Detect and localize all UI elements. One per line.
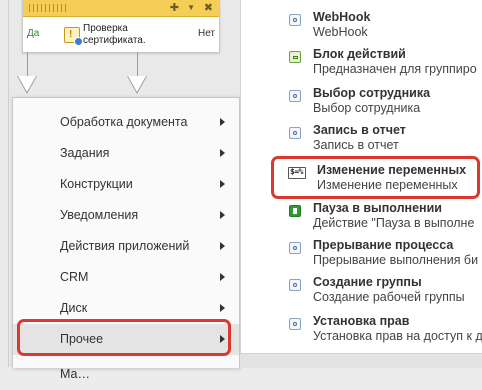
activity-icon	[289, 318, 301, 330]
no-connector-line	[137, 52, 138, 76]
submenu-arrow-icon	[220, 118, 225, 126]
menu-item-document-processing[interactable]: Обработка документа	[13, 107, 239, 138]
submenu-arrow-icon	[220, 304, 225, 312]
activity-icon	[289, 279, 301, 291]
certificate-check-icon: !	[64, 27, 83, 46]
variable-icon: $=%	[288, 167, 306, 179]
submenu-arrow-icon	[220, 335, 225, 343]
pause-icon	[289, 205, 301, 217]
action-write-report[interactable]: Запись в отчет Запись в отчет	[241, 123, 482, 162]
action-webhook[interactable]: WebHook WebHook	[241, 10, 482, 49]
folder-icon	[289, 51, 301, 63]
activity-icon	[289, 90, 301, 102]
canvas-guide-line	[8, 0, 9, 367]
menu-item-label: Обработка документа	[60, 115, 188, 129]
action-description: Прерывание выполнения би	[313, 253, 479, 267]
panel-bottom-bar	[240, 353, 482, 368]
activity-icon	[289, 242, 301, 254]
action-description: Выбор сотрудника	[313, 101, 421, 115]
node-header[interactable]: ✚ ▼ ✖	[23, 0, 219, 17]
drag-grip-icon[interactable]	[29, 4, 69, 12]
action-title: Установка прав	[313, 314, 410, 328]
submenu-arrow-icon	[220, 273, 225, 281]
condition-node[interactable]: ✚ ▼ ✖ Да ! Проверка сертификата. Нет	[22, 0, 220, 53]
action-terminate-process[interactable]: Прерывание процесса Прерывание выполнени…	[241, 238, 482, 277]
action-description: WebHook	[313, 25, 368, 39]
action-set-permissions[interactable]: Установка прав Установка прав на доступ …	[241, 314, 482, 353]
close-node-icon[interactable]: ✖	[204, 0, 213, 16]
action-change-variables[interactable]: $=% Изменение переменных Изменение перем…	[241, 163, 482, 202]
action-description: Предназначен для группиро	[313, 62, 477, 76]
activity-icon	[289, 14, 301, 26]
menu-item-label: Задания	[60, 146, 110, 160]
node-title: Проверка сертификата.	[83, 23, 146, 46]
submenu-arrow-icon	[220, 242, 225, 250]
action-description: Установка прав на доступ к д	[313, 329, 482, 343]
menu-item-partial[interactable]: Ма…	[13, 359, 239, 390]
yes-connector-line	[27, 52, 28, 76]
action-title: Пауза в выполнении	[313, 201, 442, 215]
activities-panel: WebHook WebHook Блок действий Предназнач…	[240, 0, 482, 353]
menu-item-label: Уведомления	[60, 208, 139, 222]
menu-item-constructions[interactable]: Конструкции	[13, 169, 239, 200]
menu-item-tasks[interactable]: Задания	[13, 138, 239, 169]
action-description: Запись в отчет	[313, 138, 399, 152]
submenu-arrow-icon	[220, 149, 225, 157]
yes-branch-label: Да	[27, 28, 40, 39]
expand-node-icon[interactable]: ✚	[170, 0, 179, 16]
action-pause[interactable]: Пауза в выполнении Действие "Пауза в вып…	[241, 201, 482, 240]
submenu-arrow-icon	[220, 180, 225, 188]
node-menu-icon[interactable]: ▼	[187, 0, 195, 16]
no-branch-label: Нет	[197, 28, 215, 39]
menu-item-label: Прочее	[60, 332, 104, 346]
menu-item-label: Действия приложений	[60, 239, 190, 253]
menu-item-label: Конструкции	[60, 177, 133, 191]
action-title: Запись в отчет	[313, 123, 406, 137]
menu-item-label: CRM	[60, 270, 89, 284]
menu-item-crm[interactable]: CRM	[13, 262, 239, 293]
action-title: Изменение переменных	[317, 163, 467, 177]
action-title: Создание группы	[313, 275, 422, 289]
activity-category-menu: Обработка документа Задания Конструкции …	[12, 97, 240, 381]
action-create-group[interactable]: Создание группы Создание рабочей группы	[241, 275, 482, 314]
menu-item-label: Диск	[60, 301, 88, 315]
menu-item-label: Ма…	[60, 367, 91, 381]
action-description: Изменение переменных	[317, 178, 458, 192]
activity-icon	[289, 127, 301, 139]
action-title: Прерывание процесса	[313, 238, 454, 252]
action-select-employee[interactable]: Выбор сотрудника Выбор сотрудника	[241, 86, 482, 125]
submenu-arrow-icon	[220, 211, 225, 219]
action-title: Выбор сотрудника	[313, 86, 431, 100]
action-description: Создание рабочей группы	[313, 290, 465, 304]
action-title: Блок действий	[313, 47, 406, 61]
node-body: Да ! Проверка сертификата. Нет	[23, 17, 219, 53]
action-title: WebHook	[313, 10, 371, 24]
menu-item-notifications[interactable]: Уведомления	[13, 200, 239, 231]
action-description: Действие "Пауза в выполне	[313, 216, 475, 230]
menu-item-disk[interactable]: Диск	[13, 293, 239, 324]
menu-item-other[interactable]: Прочее	[13, 324, 239, 355]
menu-item-app-actions[interactable]: Действия приложений	[13, 231, 239, 262]
action-block[interactable]: Блок действий Предназначен для группиро	[241, 47, 482, 86]
